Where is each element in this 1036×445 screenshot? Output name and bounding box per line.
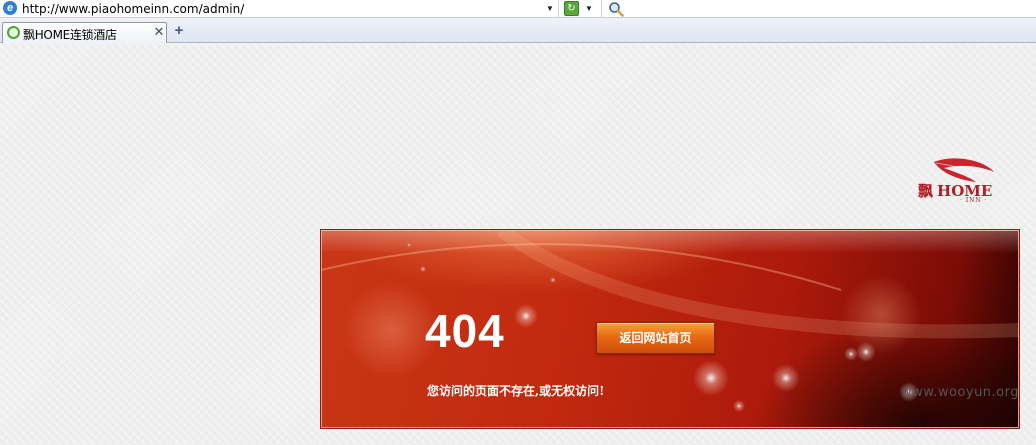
site-logo[interactable]: 飘 HOME · INN · [914, 156, 1004, 206]
ie-logo-icon: e [3, 1, 17, 15]
page-loading-icon [7, 26, 20, 39]
address-bar: e ▼ ↻ ▼ [0, 0, 1036, 18]
watermark: www.wooyun.org [901, 385, 1020, 400]
error-code: 404 [425, 305, 505, 357]
new-tab-button[interactable]: + [172, 23, 186, 39]
tab-active[interactable]: 飘HOME连锁酒店 ✕ [2, 22, 167, 43]
tab-bar: 飘HOME连锁酒店 ✕ + [0, 19, 1036, 43]
refresh-go-icon[interactable]: ↻ [564, 1, 579, 16]
go-dropdown-icon[interactable]: ▼ [583, 2, 595, 15]
address-separator [558, 0, 559, 18]
close-icon[interactable]: ✕ [153, 25, 165, 39]
url-input[interactable] [22, 0, 542, 17]
address-separator [601, 0, 602, 18]
chevron-down-icon[interactable]: ▼ [544, 2, 556, 15]
logo-subtitle: · INN · [960, 197, 988, 204]
browser-window: e ▼ ↻ ▼ 飘HOME连锁酒店 ✕ + 飘HOME · INN · [0, 0, 1036, 445]
return-home-button[interactable]: 返回网站首页 [596, 322, 715, 354]
tab-title: 飘HOME连锁酒店 [23, 28, 117, 42]
magnifier-icon[interactable] [608, 1, 624, 17]
page-content: 飘 HOME · INN · 404 返回网站首页 您访问的页面不存在,或无权访… [0, 44, 1036, 445]
error-message: 您访问的页面不存在,或无权访问! [427, 384, 605, 398]
